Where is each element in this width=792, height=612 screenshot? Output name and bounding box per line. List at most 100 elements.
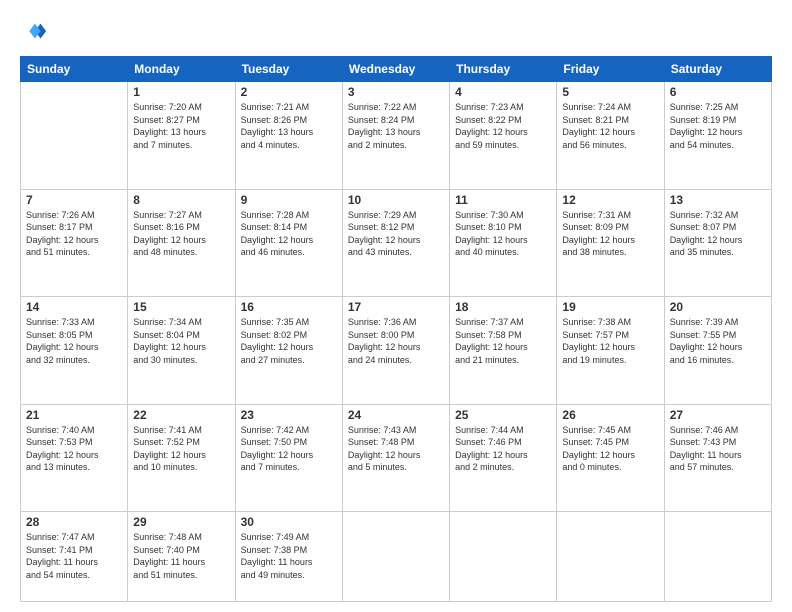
logo-icon: [20, 18, 48, 46]
calendar-header-row: SundayMondayTuesdayWednesdayThursdayFrid…: [21, 57, 772, 82]
day-number: 12: [562, 193, 658, 207]
day-info: Sunrise: 7:22 AMSunset: 8:24 PMDaylight:…: [348, 101, 444, 151]
calendar-cell: 21 Sunrise: 7:40 AMSunset: 7:53 PMDayligh…: [21, 404, 128, 512]
day-info: Sunrise: 7:49 AMSunset: 7:38 PMDaylight:…: [241, 531, 337, 581]
calendar-day-header: Wednesday: [342, 57, 449, 82]
day-info: Sunrise: 7:28 AMSunset: 8:14 PMDaylight:…: [241, 209, 337, 259]
calendar-cell: 26 Sunrise: 7:45 AMSunset: 7:45 PMDayligh…: [557, 404, 664, 512]
calendar-day-header: Friday: [557, 57, 664, 82]
day-info: Sunrise: 7:30 AMSunset: 8:10 PMDaylight:…: [455, 209, 551, 259]
day-info: Sunrise: 7:33 AMSunset: 8:05 PMDaylight:…: [26, 316, 122, 366]
calendar-week-row: 21 Sunrise: 7:40 AMSunset: 7:53 PMDayligh…: [21, 404, 772, 512]
calendar-cell: 18 Sunrise: 7:37 AMSunset: 7:58 PMDayligh…: [450, 297, 557, 405]
day-number: 3: [348, 85, 444, 99]
calendar-cell: 25 Sunrise: 7:44 AMSunset: 7:46 PMDayligh…: [450, 404, 557, 512]
day-info: Sunrise: 7:39 AMSunset: 7:55 PMDaylight:…: [670, 316, 766, 366]
day-number: 25: [455, 408, 551, 422]
calendar-cell: [21, 82, 128, 190]
day-info: Sunrise: 7:37 AMSunset: 7:58 PMDaylight:…: [455, 316, 551, 366]
calendar-cell: 15Sunrise: 7:34 AMSunset: 8:04 PMDayligh…: [128, 297, 235, 405]
day-number: 5: [562, 85, 658, 99]
day-number: 28: [26, 515, 122, 529]
day-info: Sunrise: 7:42 AMSunset: 7:50 PMDaylight:…: [241, 424, 337, 474]
day-number: 9: [241, 193, 337, 207]
day-number: 14: [26, 300, 122, 314]
day-info: Sunrise: 7:25 AMSunset: 8:19 PMDaylight:…: [670, 101, 766, 151]
day-number: 6: [670, 85, 766, 99]
day-number: 29: [133, 515, 229, 529]
calendar-cell: 14 Sunrise: 7:33 AMSunset: 8:05 PMDayligh…: [21, 297, 128, 405]
day-info: Sunrise: 7:27 AMSunset: 8:16 PMDaylight:…: [133, 209, 229, 259]
day-number: 21: [26, 408, 122, 422]
day-number: 19: [562, 300, 658, 314]
calendar-cell: 1Sunrise: 7:20 AMSunset: 8:27 PMDaylight…: [128, 82, 235, 190]
day-info: Sunrise: 7:47 AMSunset: 7:41 PMDaylight:…: [26, 531, 122, 581]
calendar-cell: 12 Sunrise: 7:31 AMSunset: 8:09 PMDayligh…: [557, 189, 664, 297]
day-number: 30: [241, 515, 337, 529]
day-info: Sunrise: 7:44 AMSunset: 7:46 PMDaylight:…: [455, 424, 551, 474]
day-number: 8: [133, 193, 229, 207]
day-info: Sunrise: 7:43 AMSunset: 7:48 PMDaylight:…: [348, 424, 444, 474]
day-info: Sunrise: 7:31 AMSunset: 8:09 PMDaylight:…: [562, 209, 658, 259]
calendar-cell: [450, 512, 557, 602]
day-info: Sunrise: 7:21 AMSunset: 8:26 PMDaylight:…: [241, 101, 337, 151]
day-number: 27: [670, 408, 766, 422]
calendar-cell: 3 Sunrise: 7:22 AMSunset: 8:24 PMDaylight…: [342, 82, 449, 190]
day-info: Sunrise: 7:26 AMSunset: 8:17 PMDaylight:…: [26, 209, 122, 259]
day-number: 24: [348, 408, 444, 422]
day-info: Sunrise: 7:40 AMSunset: 7:53 PMDaylight:…: [26, 424, 122, 474]
day-info: Sunrise: 7:29 AMSunset: 8:12 PMDaylight:…: [348, 209, 444, 259]
day-info: Sunrise: 7:36 AMSunset: 8:00 PMDaylight:…: [348, 316, 444, 366]
day-info: Sunrise: 7:45 AMSunset: 7:45 PMDaylight:…: [562, 424, 658, 474]
calendar-cell: 10 Sunrise: 7:29 AMSunset: 8:12 PMDayligh…: [342, 189, 449, 297]
calendar-day-header: Thursday: [450, 57, 557, 82]
day-info: Sunrise: 7:35 AMSunset: 8:02 PMDaylight:…: [241, 316, 337, 366]
calendar-cell: 13Sunrise: 7:32 AMSunset: 8:07 PMDayligh…: [664, 189, 771, 297]
calendar-cell: 28 Sunrise: 7:47 AMSunset: 7:41 PMDayligh…: [21, 512, 128, 602]
calendar-day-header: Tuesday: [235, 57, 342, 82]
calendar-cell: 24 Sunrise: 7:43 AMSunset: 7:48 PMDayligh…: [342, 404, 449, 512]
logo: [20, 18, 52, 46]
day-number: 10: [348, 193, 444, 207]
calendar-cell: 4 Sunrise: 7:23 AMSunset: 8:22 PMDaylight…: [450, 82, 557, 190]
calendar-cell: 20 Sunrise: 7:39 AMSunset: 7:55 PMDayligh…: [664, 297, 771, 405]
day-info: Sunrise: 7:46 AMSunset: 7:43 PMDaylight:…: [670, 424, 766, 474]
day-number: 18: [455, 300, 551, 314]
day-number: 4: [455, 85, 551, 99]
day-info: Sunrise: 7:23 AMSunset: 8:22 PMDaylight:…: [455, 101, 551, 151]
calendar-cell: [557, 512, 664, 602]
calendar-cell: 2 Sunrise: 7:21 AMSunset: 8:26 PMDaylight…: [235, 82, 342, 190]
calendar-cell: 5 Sunrise: 7:24 AMSunset: 8:21 PMDaylight…: [557, 82, 664, 190]
day-number: 23: [241, 408, 337, 422]
calendar-cell: 6 Sunrise: 7:25 AMSunset: 8:19 PMDaylight…: [664, 82, 771, 190]
calendar-cell: [664, 512, 771, 602]
calendar-day-header: Saturday: [664, 57, 771, 82]
calendar-cell: 27 Sunrise: 7:46 AMSunset: 7:43 PMDayligh…: [664, 404, 771, 512]
calendar-week-row: 7Sunrise: 7:26 AMSunset: 8:17 PMDaylight…: [21, 189, 772, 297]
calendar-cell: 16Sunrise: 7:35 AMSunset: 8:02 PMDayligh…: [235, 297, 342, 405]
calendar-day-header: Sunday: [21, 57, 128, 82]
calendar-cell: 8 Sunrise: 7:27 AMSunset: 8:16 PMDaylight…: [128, 189, 235, 297]
calendar-week-row: 1Sunrise: 7:20 AMSunset: 8:27 PMDaylight…: [21, 82, 772, 190]
calendar-cell: 19 Sunrise: 7:38 AMSunset: 7:57 PMDayligh…: [557, 297, 664, 405]
calendar-cell: 9 Sunrise: 7:28 AMSunset: 8:14 PMDaylight…: [235, 189, 342, 297]
day-info: Sunrise: 7:38 AMSunset: 7:57 PMDaylight:…: [562, 316, 658, 366]
day-number: 22: [133, 408, 229, 422]
day-number: 2: [241, 85, 337, 99]
day-number: 26: [562, 408, 658, 422]
calendar-cell: 30 Sunrise: 7:49 AMSunset: 7:38 PMDayligh…: [235, 512, 342, 602]
calendar-cell: 22Sunrise: 7:41 AMSunset: 7:52 PMDayligh…: [128, 404, 235, 512]
day-number: 15: [133, 300, 229, 314]
page-header: [20, 18, 772, 46]
day-number: 13: [670, 193, 766, 207]
day-number: 1: [133, 85, 229, 99]
day-number: 17: [348, 300, 444, 314]
day-number: 20: [670, 300, 766, 314]
calendar-week-row: 28 Sunrise: 7:47 AMSunset: 7:41 PMDayligh…: [21, 512, 772, 602]
day-info: Sunrise: 7:24 AMSunset: 8:21 PMDaylight:…: [562, 101, 658, 151]
calendar-cell: [342, 512, 449, 602]
day-number: 11: [455, 193, 551, 207]
calendar-cell: 7Sunrise: 7:26 AMSunset: 8:17 PMDaylight…: [21, 189, 128, 297]
calendar-week-row: 14 Sunrise: 7:33 AMSunset: 8:05 PMDayligh…: [21, 297, 772, 405]
calendar-cell: 17 Sunrise: 7:36 AMSunset: 8:00 PMDayligh…: [342, 297, 449, 405]
